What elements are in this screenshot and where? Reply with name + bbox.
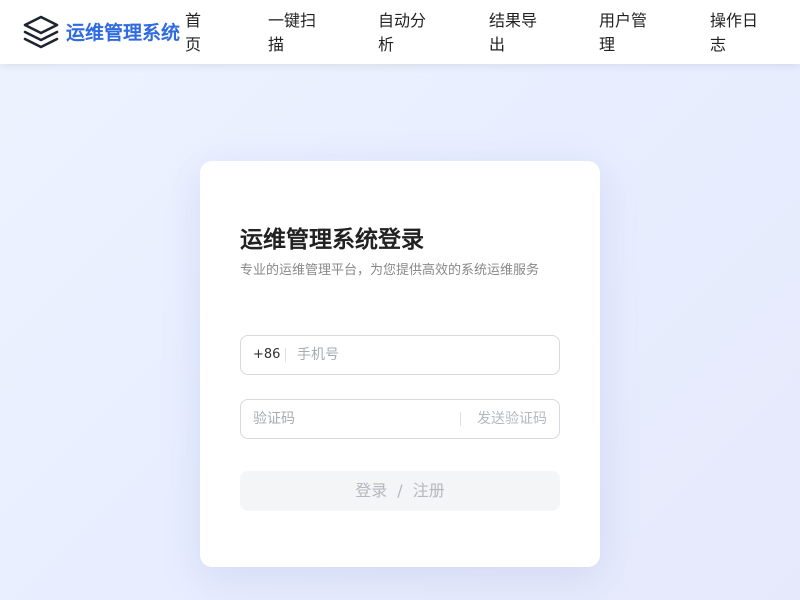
login-card: 运维管理系统登录 专业的运维管理平台，为您提供高效的系统运维服务 +86 发送验…	[200, 161, 600, 567]
stacked-layers-icon[interactable]	[22, 14, 60, 50]
prefix-divider	[285, 348, 286, 362]
nav-item-one-click-scan[interactable]: 一键扫描	[268, 9, 318, 57]
code-divider	[460, 412, 461, 426]
top-navbar: 运维管理系统 首页 一键扫描 自动分析 结果导出 用户管理 操作日志	[0, 0, 800, 64]
nav-item-auto-analysis[interactable]: 自动分析	[378, 9, 428, 57]
nav-item-result-export[interactable]: 结果导出	[489, 9, 539, 57]
login-subtitle: 专业的运维管理平台，为您提供高效的系统运维服务	[240, 263, 540, 278]
login-title: 运维管理系统登录	[240, 227, 424, 253]
login-label: 登录	[355, 481, 388, 500]
verification-code-input[interactable]	[253, 400, 443, 438]
verification-code-field: 发送验证码	[240, 399, 560, 439]
app-brand-title[interactable]: 运维管理系统	[66, 18, 180, 45]
login-register-button[interactable]: 登录 / 注册	[240, 471, 560, 511]
send-code-button[interactable]: 发送验证码	[477, 400, 547, 438]
nav-item-home[interactable]: 首页	[185, 9, 209, 57]
phone-input[interactable]	[297, 336, 547, 374]
country-code-prefix[interactable]: +86	[253, 336, 280, 374]
nav-item-user-management[interactable]: 用户管理	[599, 9, 649, 57]
register-label: 注册	[412, 481, 445, 500]
submit-separator: /	[397, 481, 403, 500]
nav-item-operation-log[interactable]: 操作日志	[710, 9, 760, 57]
phone-field: +86	[240, 335, 560, 375]
